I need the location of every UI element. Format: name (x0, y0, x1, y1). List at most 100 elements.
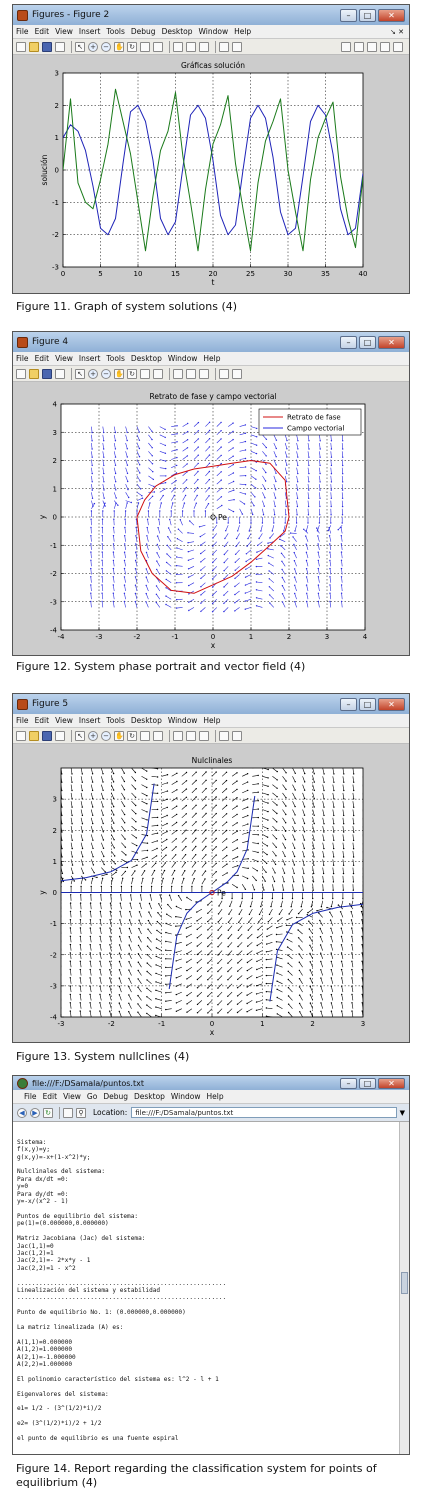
menu-go[interactable]: Go (87, 1092, 97, 1101)
rotate-icon[interactable]: ↻ (127, 730, 137, 741)
pointer-icon[interactable]: ↖ (75, 730, 85, 741)
open-folder-icon[interactable] (29, 368, 39, 379)
pan-icon[interactable]: ✋ (114, 368, 124, 379)
close-button[interactable]: ✕ (378, 335, 405, 349)
save-icon[interactable] (42, 41, 52, 52)
menu-edit[interactable]: Edit (43, 1092, 58, 1101)
menu-tools[interactable]: Tools (106, 354, 124, 363)
colorbar-icon[interactable] (186, 368, 196, 379)
menu-desktop[interactable]: Desktop (131, 354, 162, 363)
close-button[interactable]: ✕ (378, 8, 405, 22)
hide-tools-icon[interactable] (219, 730, 229, 741)
menu-debug[interactable]: Debug (103, 1092, 128, 1101)
undock-controls[interactable]: ↘ ✕ (390, 28, 404, 36)
columns-layout-icon[interactable] (354, 41, 364, 52)
menu-tools[interactable]: Tools (106, 27, 124, 36)
find-icon[interactable]: ⚲ (76, 1107, 86, 1118)
brush-icon[interactable] (153, 368, 163, 379)
menu-edit[interactable]: Edit (35, 27, 50, 36)
menu-help[interactable]: Help (207, 1092, 224, 1101)
rotate-icon[interactable]: ↻ (127, 368, 137, 379)
menu-window[interactable]: Window (171, 1092, 201, 1101)
maximize-layout-icon[interactable] (393, 41, 403, 52)
colorbar-icon[interactable] (186, 41, 196, 52)
zoom-out-icon[interactable]: − (101, 41, 111, 52)
legend-icon[interactable] (199, 368, 209, 379)
show-tools-icon[interactable] (232, 41, 242, 52)
pan-icon[interactable]: ✋ (114, 730, 124, 741)
show-tools-icon[interactable] (232, 368, 242, 379)
minimize-button[interactable]: – (340, 8, 357, 22)
legend-icon[interactable] (199, 730, 209, 741)
open-folder-icon[interactable] (29, 730, 39, 741)
print-icon[interactable] (55, 41, 65, 52)
menu-view[interactable]: View (63, 1092, 81, 1101)
minimize-button[interactable]: – (340, 335, 357, 349)
minimize-button[interactable]: – (340, 697, 357, 711)
menu-tools[interactable]: Tools (106, 716, 124, 725)
brush-icon[interactable] (153, 730, 163, 741)
maximize-button[interactable]: □ (359, 1077, 376, 1089)
pointer-icon[interactable]: ↖ (75, 41, 85, 52)
menu-help[interactable]: Help (203, 354, 220, 363)
menu-file[interactable]: File (16, 716, 29, 725)
menu-insert[interactable]: Insert (79, 354, 101, 363)
hide-tools-icon[interactable] (219, 368, 229, 379)
brush-icon[interactable] (153, 41, 163, 52)
menu-desktop[interactable]: Desktop (134, 1092, 165, 1101)
colorbar-icon[interactable] (186, 730, 196, 741)
menu-window[interactable]: Window (199, 27, 229, 36)
back-arrow-icon[interactable]: ◀ (17, 1107, 27, 1118)
zoom-in-icon[interactable]: + (88, 41, 98, 52)
menu-view[interactable]: View (55, 354, 73, 363)
menu-insert[interactable]: Insert (79, 716, 101, 725)
data-cursor-icon[interactable] (140, 368, 150, 379)
show-tools-icon[interactable] (232, 730, 242, 741)
new-file-icon[interactable] (16, 41, 26, 52)
zoom-in-icon[interactable]: + (88, 730, 98, 741)
new-file-icon[interactable] (16, 730, 26, 741)
float-layout-icon[interactable] (380, 41, 390, 52)
menu-file[interactable]: File (16, 354, 29, 363)
close-button[interactable]: ✕ (378, 1077, 405, 1089)
print-icon[interactable] (63, 1107, 73, 1118)
maximize-button[interactable]: □ (359, 335, 376, 349)
menu-insert[interactable]: Insert (79, 27, 101, 36)
rows-layout-icon[interactable] (367, 41, 377, 52)
menu-desktop[interactable]: Desktop (131, 716, 162, 725)
tile-layout-icon[interactable] (341, 41, 351, 52)
forward-arrow-icon[interactable]: ▶ (30, 1107, 40, 1118)
zoom-out-icon[interactable]: − (101, 730, 111, 741)
refresh-icon[interactable]: ↻ (43, 1107, 53, 1118)
print-icon[interactable] (55, 368, 65, 379)
new-file-icon[interactable] (16, 368, 26, 379)
menu-help[interactable]: Help (234, 27, 251, 36)
menu-file[interactable]: File (24, 1092, 37, 1101)
save-icon[interactable] (42, 730, 52, 741)
close-button[interactable]: ✕ (378, 697, 405, 711)
legend-icon[interactable] (199, 41, 209, 52)
menu-view[interactable]: View (55, 716, 73, 725)
menu-help[interactable]: Help (203, 716, 220, 725)
open-folder-icon[interactable] (29, 41, 39, 52)
maximize-button[interactable]: □ (359, 8, 376, 22)
link-plot-icon[interactable] (173, 41, 183, 52)
scrollbar-thumb[interactable] (401, 1272, 408, 1294)
print-icon[interactable] (55, 730, 65, 741)
save-icon[interactable] (42, 368, 52, 379)
rotate-icon[interactable]: ↻ (127, 41, 137, 52)
menu-desktop[interactable]: Desktop (162, 27, 193, 36)
link-plot-icon[interactable] (173, 730, 183, 741)
hide-tools-icon[interactable] (219, 41, 229, 52)
zoom-in-icon[interactable]: + (88, 368, 98, 379)
menu-file[interactable]: File (16, 27, 29, 36)
menu-edit[interactable]: Edit (35, 354, 50, 363)
data-cursor-icon[interactable] (140, 41, 150, 52)
menu-window[interactable]: Window (168, 354, 198, 363)
location-field[interactable]: file:///F:/DSamala/puntos.txt (131, 1107, 397, 1118)
maximize-button[interactable]: □ (359, 697, 376, 711)
menu-view[interactable]: View (55, 27, 73, 36)
vertical-scrollbar[interactable] (399, 1122, 409, 1454)
menu-edit[interactable]: Edit (35, 716, 50, 725)
pointer-icon[interactable]: ↖ (75, 368, 85, 379)
